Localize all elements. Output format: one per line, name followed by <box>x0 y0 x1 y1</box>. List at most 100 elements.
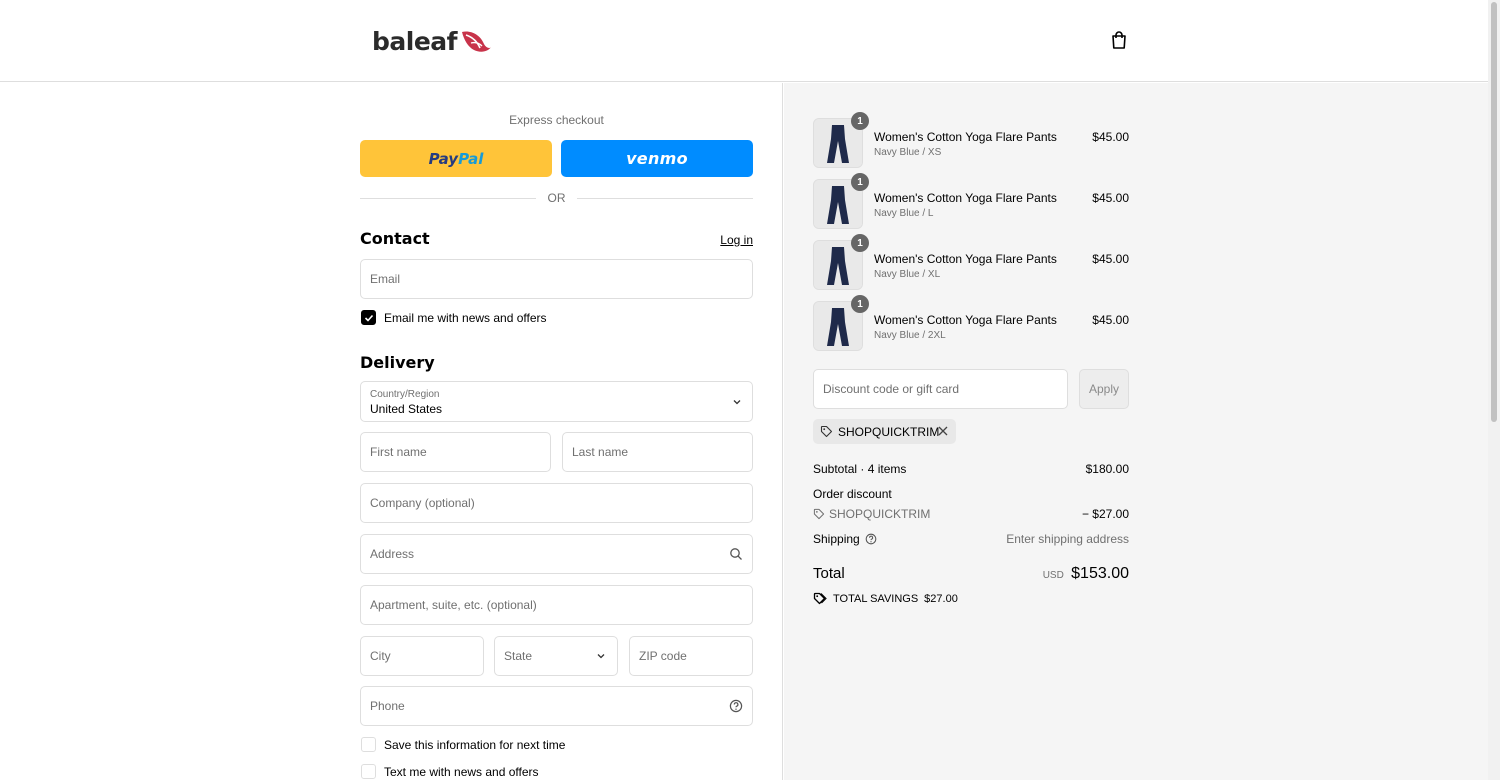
paypal-logo: PayPal <box>428 149 484 168</box>
cart-item: 1 Women's Cotton Yoga Flare Pants Navy B… <box>813 234 1129 290</box>
save-info-label: Save this information for next time <box>384 737 566 752</box>
site-header: baleaf <box>0 0 1488 82</box>
item-variant: Navy Blue / XS <box>874 147 942 158</box>
shopping-bag-icon[interactable] <box>1108 29 1130 51</box>
tag-icon <box>813 592 827 605</box>
subtotal-label: Subtotal · 4 items <box>813 462 907 476</box>
tag-icon <box>820 425 833 438</box>
contact-heading: Contact <box>360 229 430 248</box>
logo-text: baleaf <box>372 26 458 56</box>
close-icon[interactable] <box>937 425 949 437</box>
total-value: $153.00 <box>1071 565 1129 582</box>
zip-field[interactable] <box>629 636 753 676</box>
city-input[interactable] <box>370 649 474 663</box>
first-name-input[interactable] <box>370 445 541 459</box>
express-checkout-label: Express checkout <box>509 113 604 127</box>
email-news-checkbox[interactable] <box>361 310 376 325</box>
item-name: Women's Cotton Yoga Flare Pants <box>874 130 1057 144</box>
chevron-down-icon <box>733 399 741 404</box>
quantity-badge: 1 <box>851 173 869 191</box>
email-field[interactable] <box>360 259 753 299</box>
company-input[interactable] <box>370 496 743 510</box>
applied-discount-code: SHOPQUICKTRIM <box>838 424 940 439</box>
address-input[interactable] <box>370 547 743 561</box>
total-row: Total USD $153.00 <box>813 565 1129 587</box>
state-placeholder: State <box>504 649 533 663</box>
discount-value: − $27.00 <box>1081 507 1129 521</box>
applied-discount-chip: SHOPQUICKTRIM <box>813 419 956 444</box>
help-circle-icon[interactable] <box>865 533 877 545</box>
country-label: Country/Region <box>370 389 440 400</box>
savings-value: $27.00 <box>924 592 958 605</box>
summary-discount-code: SHOPQUICKTRIM <box>829 507 931 521</box>
brand-logo[interactable]: baleaf <box>372 26 492 56</box>
phone-input[interactable] <box>370 699 743 713</box>
phone-field[interactable] <box>360 686 753 726</box>
email-news-checkbox-row[interactable]: Email me with news and offers <box>361 310 547 325</box>
shipping-value: Enter shipping address <box>1006 532 1129 546</box>
email-input[interactable] <box>370 272 743 286</box>
city-field[interactable] <box>360 636 484 676</box>
first-name-field[interactable] <box>360 432 551 472</box>
item-price: $45.00 <box>1092 252 1129 266</box>
total-label: Total <box>813 565 845 582</box>
discount-code-row: SHOPQUICKTRIM − $27.00 <box>813 507 1129 523</box>
order-discount-row: Order discount <box>813 487 1129 501</box>
leaf-logo-icon <box>462 31 492 52</box>
text-news-checkbox[interactable] <box>361 764 376 779</box>
cart-item: 1 Women's Cotton Yoga Flare Pants Navy B… <box>813 173 1129 229</box>
company-field[interactable] <box>360 483 753 523</box>
country-select[interactable]: Country/Region United States <box>360 381 753 422</box>
page-scrollbar[interactable] <box>1488 0 1500 780</box>
order-discount-label: Order discount <box>813 487 892 501</box>
item-variant: Navy Blue / L <box>874 208 934 219</box>
help-circle-icon[interactable] <box>729 699 743 713</box>
subtotal-value: $180.00 <box>1085 462 1129 476</box>
zip-input[interactable] <box>639 649 743 663</box>
venmo-logo: venmo <box>626 149 688 168</box>
item-name: Women's Cotton Yoga Flare Pants <box>874 191 1057 205</box>
item-variant: Navy Blue / XL <box>874 269 941 280</box>
country-value: United States <box>370 402 443 416</box>
discount-code-field[interactable] <box>813 369 1068 409</box>
divider <box>360 198 536 199</box>
cart-item: 1 Women's Cotton Yoga Flare Pants Navy B… <box>813 295 1129 351</box>
email-news-label: Email me with news and offers <box>384 310 547 325</box>
checkmark-icon <box>364 314 373 322</box>
divider <box>577 198 753 199</box>
cart-item: 1 Women's Cotton Yoga Flare Pants Navy B… <box>813 112 1129 168</box>
shipping-label: Shipping <box>813 532 860 546</box>
venmo-button[interactable]: venmo <box>561 140 753 177</box>
item-price: $45.00 <box>1092 130 1129 144</box>
quantity-badge: 1 <box>851 234 869 252</box>
item-price: $45.00 <box>1092 313 1129 327</box>
item-name: Women's Cotton Yoga Flare Pants <box>874 313 1057 327</box>
apartment-input[interactable] <box>370 598 743 612</box>
apartment-field[interactable] <box>360 585 753 625</box>
state-select[interactable]: State <box>494 636 618 676</box>
paypal-button[interactable]: PayPal <box>360 140 552 177</box>
text-news-label: Text me with news and offers <box>384 764 539 779</box>
chevron-down-icon <box>597 654 605 659</box>
last-name-field[interactable] <box>562 432 753 472</box>
item-variant: Navy Blue / 2XL <box>874 330 946 341</box>
scrollbar-thumb[interactable] <box>1491 2 1497 422</box>
save-info-checkbox[interactable] <box>361 737 376 752</box>
save-info-checkbox-row[interactable]: Save this information for next time <box>361 737 565 752</box>
text-news-checkbox-row[interactable]: Text me with news and offers <box>361 764 539 779</box>
quantity-badge: 1 <box>851 112 869 130</box>
address-field[interactable] <box>360 534 753 574</box>
tag-icon <box>813 508 825 520</box>
delivery-heading: Delivery <box>360 353 435 372</box>
quantity-badge: 1 <box>851 295 869 313</box>
subtotal-row: Subtotal · 4 items $180.00 <box>813 462 1129 476</box>
search-icon <box>730 548 742 560</box>
savings-label: TOTAL SAVINGS <box>833 592 919 605</box>
apply-discount-button[interactable]: Apply <box>1079 369 1129 409</box>
discount-code-input[interactable] <box>823 382 1058 396</box>
last-name-input[interactable] <box>572 445 743 459</box>
total-savings-row: TOTAL SAVINGS $27.00 <box>813 592 1129 605</box>
currency-code: USD <box>1042 570 1064 581</box>
login-link[interactable]: Log in <box>700 233 753 247</box>
item-price: $45.00 <box>1092 191 1129 205</box>
